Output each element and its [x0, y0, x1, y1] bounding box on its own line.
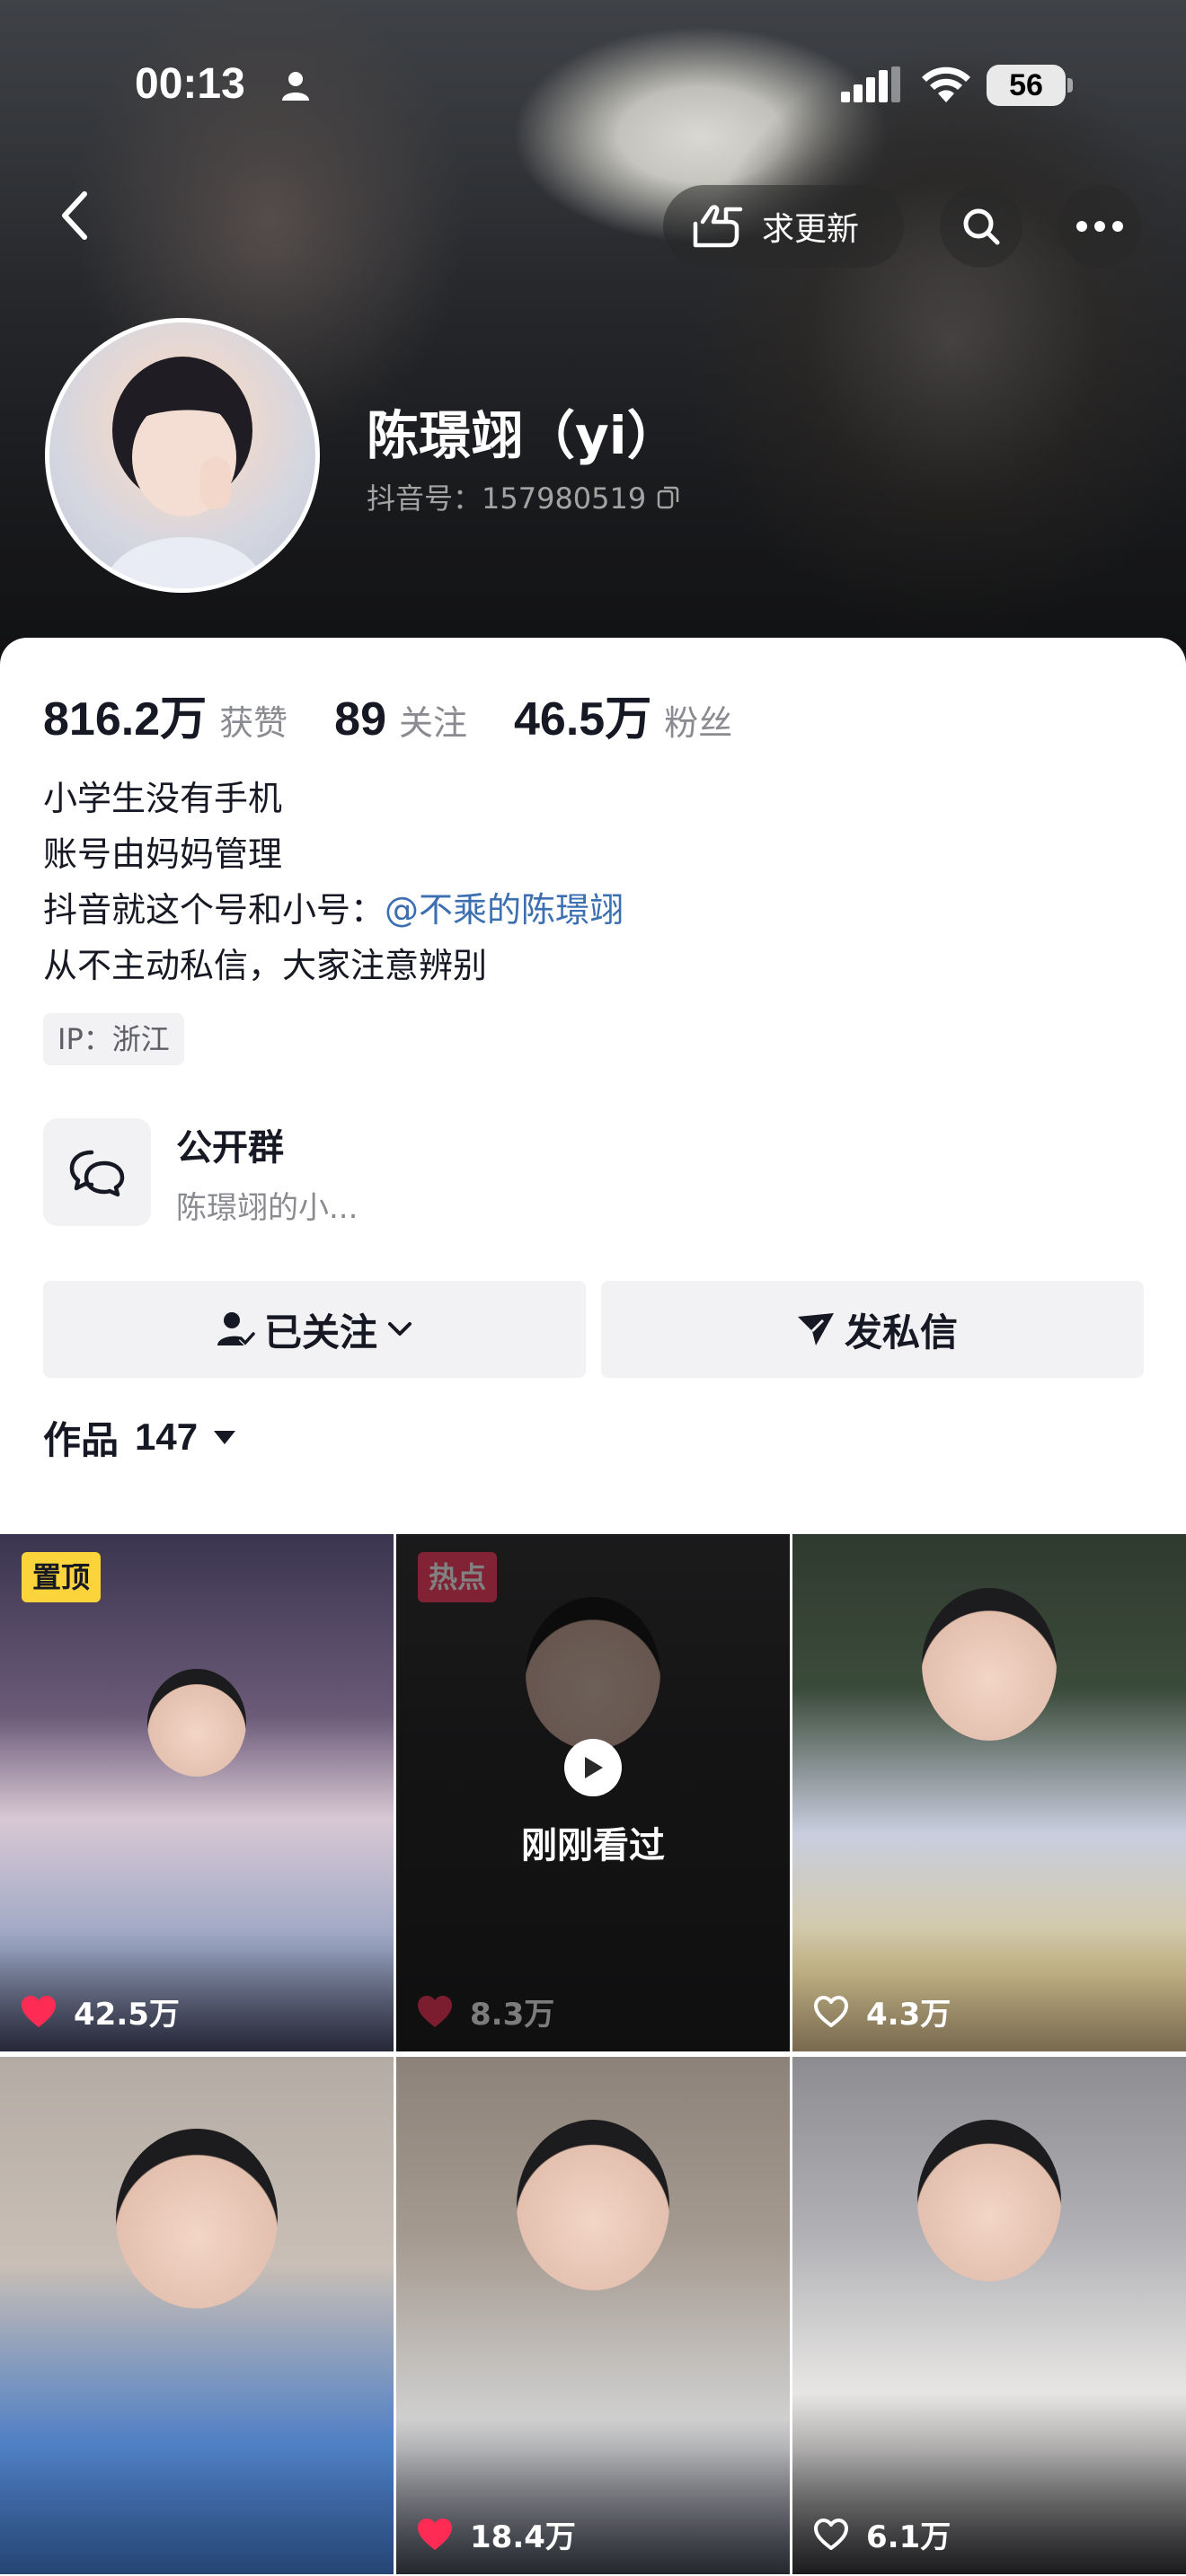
search-button[interactable] [940, 185, 1022, 268]
tile-shade [0, 2448, 394, 2574]
heart-outline-icon [814, 1995, 848, 2027]
profile-cover: 00:13 56 求更新 陈璟翊（yi） 抖音号：157980519 [0, 0, 1186, 665]
recently-watched-overlay: 刚刚看过 [396, 1739, 790, 1868]
stat-following[interactable]: 89 关注 [334, 693, 467, 746]
avatar[interactable] [45, 318, 320, 593]
bio-line: 账号由妈妈管理 [43, 834, 283, 874]
heart-filled-icon [418, 2518, 452, 2550]
like-count-text: 42.5万 [74, 1997, 180, 2033]
group-text: 公开群 陈璟翊的小... [176, 1118, 358, 1227]
video-tile[interactable]: 6.1万 [792, 2057, 1186, 2574]
douyin-id[interactable]: 抖音号：157980519 [367, 476, 682, 517]
stat-value: 89 [334, 693, 386, 745]
pinned-badge: 置顶 [22, 1552, 102, 1602]
like-count-text: 4.3万 [866, 1997, 951, 2033]
bio-line: 小学生没有手机 [43, 779, 283, 818]
like-count: 4.3万 [812, 1989, 951, 2033]
ip-location-tag: IP：浙江 [43, 1013, 184, 1065]
public-group-entry[interactable]: 公开群 陈璟翊的小... [43, 1117, 582, 1227]
group-chat-icon [43, 1118, 151, 1226]
heart-filled-icon [418, 1995, 452, 2027]
heart-outline-icon [814, 2518, 848, 2550]
following-label: 已关注 [263, 1310, 377, 1354]
status-time: 00:13 [135, 60, 245, 108]
stat-label: 粉丝 [664, 703, 733, 743]
copy-icon[interactable] [655, 483, 682, 510]
stat-label: 获赞 [219, 703, 288, 743]
video-thumbnail-figure [517, 2120, 669, 2290]
like-count-text: 8.3万 [470, 1997, 555, 2033]
caret-down-icon [214, 1431, 236, 1444]
hand-pointer-icon [693, 205, 743, 248]
stat-value: 816.2万 [43, 693, 208, 745]
mention-link[interactable]: @不乘的陈璟翊 [385, 890, 624, 930]
group-subtitle: 陈璟翊的小... [176, 1189, 358, 1226]
battery-tip [1067, 78, 1073, 93]
play-icon [564, 1739, 622, 1796]
send-icon [797, 1313, 834, 1345]
video-tile[interactable]: 热点 刚刚看过 8.3万 [396, 1534, 790, 2051]
like-count: 6.1万 [812, 2512, 951, 2556]
bio-line: 从不主动私信，大家注意辨别 [43, 946, 488, 985]
hot-badge: 热点 [418, 1552, 498, 1602]
signal-icon [841, 66, 900, 106]
stat-label: 关注 [399, 703, 468, 743]
battery-icon: 56 [987, 65, 1073, 106]
group-title: 公开群 [176, 1126, 284, 1169]
bio-line: 抖音就这个号和小号：@不乘的陈璟翊 [43, 882, 624, 938]
heart-filled-icon [22, 1995, 56, 2027]
stat-value: 46.5万 [514, 693, 652, 745]
like-count: 42.5万 [20, 1989, 180, 2033]
profile-bio: 小学生没有手机 账号由妈妈管理 抖音就这个号和小号：@不乘的陈璟翊 从不主动私信… [43, 771, 624, 993]
video-thumbnail-figure [147, 1669, 246, 1777]
bio-line-prefix: 抖音就这个号和小号： [43, 890, 385, 930]
status-bar: 00:13 56 [0, 0, 1186, 171]
request-update-button[interactable]: 求更新 [663, 185, 904, 268]
tab-works[interactable]: 作品 147 [43, 1401, 237, 1473]
profile-name: 陈璟翊（yi） [367, 405, 679, 466]
stat-followers[interactable]: 46.5万 粉丝 [514, 681, 732, 748]
like-count-text: 6.1万 [866, 2519, 951, 2555]
battery-level: 56 [987, 65, 1066, 106]
like-count: 8.3万 [416, 1989, 554, 2033]
video-tile[interactable] [0, 2057, 394, 2574]
video-tile[interactable]: 置顶 42.5万 [0, 1534, 394, 2051]
send-message-label: 发私信 [844, 1310, 958, 1354]
douyin-id-text: 抖音号：157980519 [367, 481, 647, 516]
profile-stats: 816.2万 获赞 89 关注 46.5万 粉丝 [43, 681, 779, 748]
back-button[interactable] [54, 189, 111, 260]
like-count-text: 18.4万 [470, 2519, 576, 2555]
wifi-icon [920, 63, 972, 108]
more-button[interactable] [1058, 185, 1141, 268]
recently-watched-label: 刚刚看过 [521, 1825, 665, 1866]
stat-likes[interactable]: 816.2万 获赞 [43, 681, 288, 748]
video-thumbnail-figure [116, 2129, 278, 2308]
chevron-left-icon [62, 191, 87, 240]
person-icon [280, 70, 311, 104]
avatar-image [103, 357, 265, 588]
video-grid: 置顶 42.5万 热点 刚刚看过 8.3万 4.3万 18.4万 6.1万 [0, 1534, 1186, 2576]
works-label: 作品 [43, 1417, 119, 1462]
request-update-label: 求更新 [762, 211, 860, 248]
video-thumbnail-figure [917, 2120, 1061, 2281]
chevron-down-icon [388, 1322, 412, 1336]
user-check-icon [217, 1312, 255, 1347]
search-icon [963, 208, 1000, 245]
send-message-button[interactable]: 发私信 [601, 1281, 1144, 1378]
video-tile[interactable]: 18.4万 [396, 2057, 790, 2574]
following-button[interactable]: 已关注 [43, 1281, 586, 1378]
video-tile[interactable]: 4.3万 [792, 1534, 1186, 2051]
video-thumbnail-figure [922, 1588, 1057, 1741]
like-count: 18.4万 [416, 2512, 576, 2556]
more-dots-icon [1076, 221, 1123, 232]
works-count: 147 [135, 1416, 199, 1458]
